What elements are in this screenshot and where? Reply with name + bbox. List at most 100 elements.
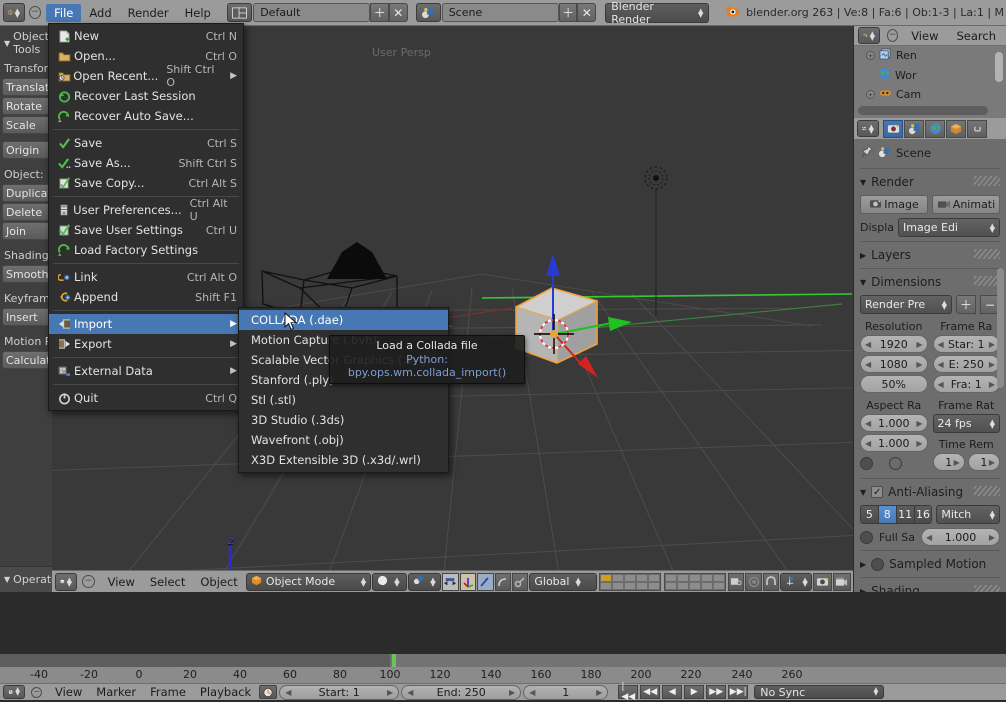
outliner-menu-view[interactable]: View — [904, 28, 945, 44]
screen-layout-icon[interactable] — [227, 3, 252, 22]
resolution-percent-field[interactable]: 50% — [860, 375, 928, 393]
start-frame-field[interactable]: ◀ Start: 1 ▶ — [279, 685, 399, 700]
time-remap-new-field[interactable]: 1▶ — [968, 453, 1000, 471]
timeline-menu-view[interactable]: View — [49, 685, 88, 699]
tool-join[interactable]: Join — [2, 222, 50, 240]
tool-origin[interactable]: Origin — [2, 141, 50, 159]
snap-magnet-icon[interactable] — [763, 573, 779, 591]
viewport-menu-view[interactable]: View — [101, 574, 142, 590]
file-menu-dropdown[interactable]: New Ctrl N Open... Ctrl O Open Recent...… — [48, 23, 244, 411]
viewport-menu-select[interactable]: Select — [143, 574, 192, 590]
aa-samples-group[interactable]: 5 8 11 16 — [860, 505, 932, 524]
import-item-3ds[interactable]: 3D Studio (.3ds) — [239, 410, 448, 430]
timeline-editor[interactable]: -40 -20 0 20 40 60 80 100 120 140 160 18… — [0, 654, 1006, 700]
panel-shading-header[interactable]: ▶ Shading — [854, 580, 1006, 592]
menu-item-load-factory-settings[interactable]: Load Factory Settings — [49, 240, 243, 260]
outliner-row-world[interactable]: Wor — [854, 65, 1006, 85]
panel-dimensions-header[interactable]: ▼ Dimensions — [854, 271, 1006, 293]
menu-item-import[interactable]: Import ▶ — [49, 314, 243, 334]
collapse-menus-icon[interactable]: − — [29, 6, 41, 19]
end-frame-field[interactable]: ◀ End: 250 ▶ — [401, 685, 521, 700]
viewport-shading-dropdown[interactable]: ▲▼ — [372, 573, 407, 591]
menu-item-save-user-settings[interactable]: Save User Settings Ctrl U — [49, 220, 243, 240]
resolution-y-field[interactable]: ◀1080▶ — [860, 355, 928, 373]
import-item-obj[interactable]: Wavefront (.obj) — [239, 430, 448, 450]
info-editor-icon[interactable]: ▲▼ — [3, 3, 25, 22]
border-checkbox[interactable] — [860, 457, 873, 470]
timeline-menu-playback[interactable]: Playback — [194, 685, 257, 699]
tool-translate[interactable]: Translate — [2, 78, 50, 96]
properties-editor[interactable]: ▲▼ Scene — [854, 118, 1006, 592]
aa-filter-dropdown[interactable]: Mitch ▲▼ — [936, 505, 1000, 524]
proportional-edit-icon[interactable] — [745, 573, 761, 591]
frame-end-field[interactable]: ◀E: 250▶ — [933, 355, 1001, 373]
menu-item-link[interactable]: Link Ctrl Alt O — [49, 267, 243, 287]
manipulator-extra-icon[interactable] — [512, 573, 528, 591]
aa-sample-16[interactable]: 16 — [915, 506, 932, 523]
add-scene-plus-icon[interactable]: ＋ — [559, 3, 578, 22]
panel-grip[interactable] — [974, 585, 1000, 592]
aspect-y-field[interactable]: ◀1.000▶ — [860, 434, 928, 452]
frame-start-field[interactable]: ◀Star: 1▶ — [933, 335, 1001, 353]
tool-rotate[interactable]: Rotate — [2, 97, 50, 115]
sampled-motion-checkbox[interactable] — [871, 558, 884, 571]
timeline-scrubber-track[interactable] — [0, 654, 1006, 667]
scene-layers-first[interactable] — [599, 573, 661, 591]
import-item-stl[interactable]: Stl (.stl) — [239, 390, 448, 410]
tab-constraints[interactable] — [967, 120, 987, 138]
delete-scene-x-icon[interactable]: ✕ — [577, 3, 596, 22]
render-preset-dropdown[interactable]: Render Pre ▲▼ — [860, 295, 952, 314]
properties-vscrollbar[interactable] — [997, 268, 1004, 388]
lock-camera-icon[interactable] — [728, 573, 744, 591]
screen-layout-field[interactable]: Default — [253, 3, 370, 22]
timeline-menu-frame[interactable]: Frame — [144, 685, 192, 699]
jump-end-icon[interactable]: ▶▶| — [728, 685, 748, 699]
panel-render-header[interactable]: ▼ Render — [854, 171, 1006, 193]
render-animation-icon[interactable] — [833, 573, 851, 591]
menu-file[interactable]: File — [46, 4, 81, 22]
menu-item-append[interactable]: Append Shift F1 — [49, 287, 243, 307]
outliner-editor[interactable]: ▲▼ − View Search + Ren Wor + Cam — [854, 26, 1006, 118]
panel-grip[interactable] — [974, 486, 1000, 496]
outliner-row-renderlayers[interactable]: + Ren — [854, 46, 1006, 65]
outliner-editor-icon[interactable]: ▲▼ — [858, 27, 880, 44]
tool-duplicate[interactable]: Duplicate — [2, 184, 50, 202]
render-image-icon[interactable] — [813, 573, 831, 591]
3d-view-editor-icon[interactable]: ▲▼ — [55, 573, 77, 591]
import-item-collada[interactable]: COLLADA (.dae) — [239, 310, 448, 330]
snap-target-dropdown[interactable]: ▲▼ — [780, 573, 812, 591]
aa-size-field[interactable]: ◀1.000▶ — [921, 528, 1000, 546]
rotate-manipulator-icon[interactable] — [477, 573, 493, 591]
menu-item-recover-auto-save[interactable]: Recover Auto Save... — [49, 106, 243, 126]
display-mode-dropdown[interactable]: Image Edi ▲▼ — [898, 218, 1000, 237]
render-image-button[interactable]: Image — [860, 195, 928, 214]
outliner-menu-search[interactable]: Search — [949, 28, 1003, 44]
viewport-menu-object[interactable]: Object — [193, 574, 244, 590]
menu-item-new[interactable]: New Ctrl N — [49, 26, 243, 46]
import-item-x3d[interactable]: X3D Extensible 3D (.x3d/.wrl) — [239, 450, 448, 470]
menu-item-save-copy[interactable]: Save Copy... Ctrl Alt S — [49, 173, 243, 193]
tool-calculate-paths[interactable]: Calculate — [2, 351, 50, 369]
manipulator-toggle-icon[interactable] — [442, 573, 458, 591]
framerate-dropdown[interactable]: 24 fps ▲▼ — [933, 414, 1001, 433]
full-sample-checkbox[interactable] — [860, 531, 873, 544]
sync-mode-dropdown[interactable]: No Sync ▲▼ — [754, 685, 884, 699]
transform-orientation-dropdown[interactable]: Global ▲▼ — [529, 573, 597, 591]
panel-layers-header[interactable]: ▶ Layers — [854, 244, 1006, 266]
interaction-mode-dropdown[interactable]: Object Mode ▲▼ — [246, 573, 371, 591]
aspect-x-field[interactable]: ◀1.000▶ — [860, 414, 928, 432]
outliner-row-camera[interactable]: + Cam — [854, 85, 1006, 104]
properties-editor-icon[interactable]: ▲▼ — [857, 120, 879, 137]
operator-panel-header[interactable]: ▼ Operator — [0, 566, 52, 592]
tool-insert-keyframe[interactable]: Insert — [2, 308, 50, 326]
tool-scale[interactable]: Scale — [2, 116, 50, 134]
record-autokey-icon[interactable] — [259, 685, 277, 699]
expand-plus-icon[interactable]: + — [866, 90, 875, 99]
tab-render[interactable] — [883, 120, 903, 138]
tool-smooth[interactable]: Smooth — [2, 265, 50, 283]
render-engine-dropdown[interactable]: Blender Render ▲▼ — [605, 3, 709, 23]
toolshelf-header[interactable]: ▼ Object Tools — [0, 26, 52, 59]
translate-manipulator-icon[interactable] — [460, 573, 476, 591]
expand-plus-icon[interactable]: + — [866, 51, 875, 60]
menu-item-external-data[interactable]: External Data ▶ — [49, 361, 243, 381]
